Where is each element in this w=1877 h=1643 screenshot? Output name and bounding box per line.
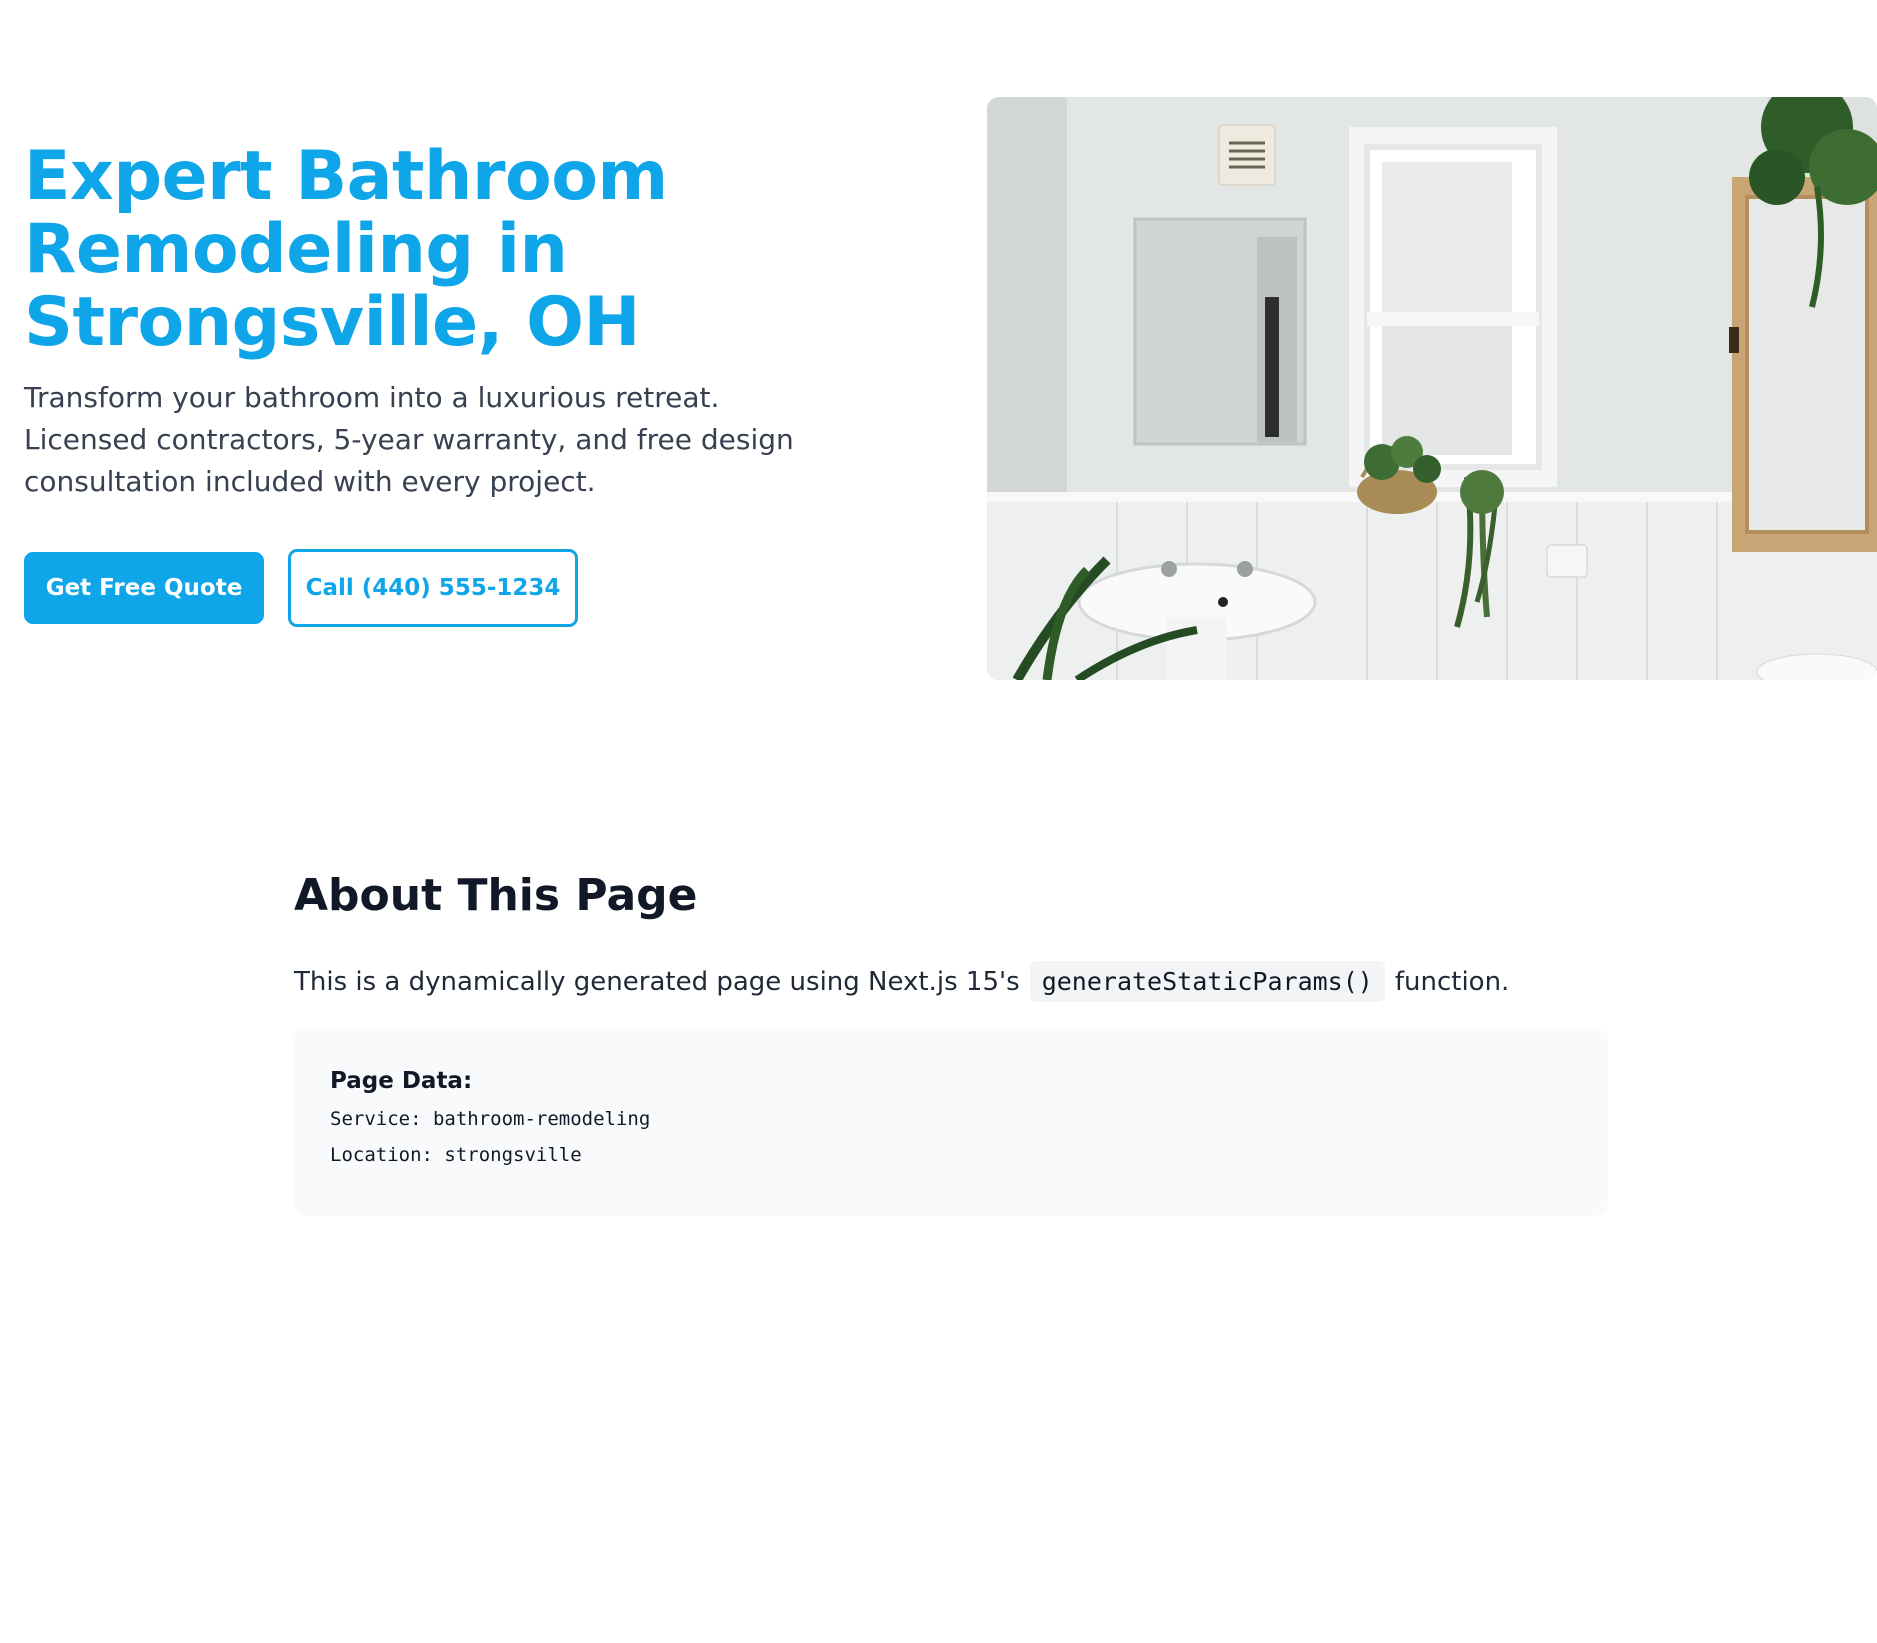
about-text-before: This is a dynamically generated page usi… <box>294 966 1020 997</box>
call-phone-button[interactable]: Call (440) 555-1234 <box>288 549 578 627</box>
function-code: generateStaticParams() <box>1029 961 1385 1002</box>
get-free-quote-button[interactable]: Get Free Quote <box>24 552 264 624</box>
bathroom-photo-illustration <box>987 97 1877 680</box>
hero-section: Expert Bathroom Remodeling in Strongsvil… <box>0 0 1877 680</box>
hero-buttons: Get Free Quote Call (440) 555-1234 <box>24 549 844 627</box>
service-line: Service: bathroom-remodeling <box>330 1108 651 1130</box>
bathroom-hero-image <box>987 97 1877 680</box>
hero-title: Expert Bathroom Remodeling in Strongsvil… <box>24 137 668 362</box>
about-text-after: function. <box>1394 966 1510 997</box>
about-section: About This Page This is a dynamically ge… <box>294 870 1608 1216</box>
hero-content: Expert Bathroom Remodeling in Strongsvil… <box>24 140 844 627</box>
page-data-box: Page Data: Service: bathroom-remodeling … <box>294 1028 1608 1216</box>
about-title: About This Page <box>294 870 698 921</box>
about-description: This is a dynamically generated page usi… <box>294 961 1608 1002</box>
location-line: Location: strongsville <box>330 1144 582 1166</box>
hero-subtitle: Transform your bathroom into a luxurious… <box>24 381 794 498</box>
page-data-title: Page Data: <box>330 1068 473 1094</box>
